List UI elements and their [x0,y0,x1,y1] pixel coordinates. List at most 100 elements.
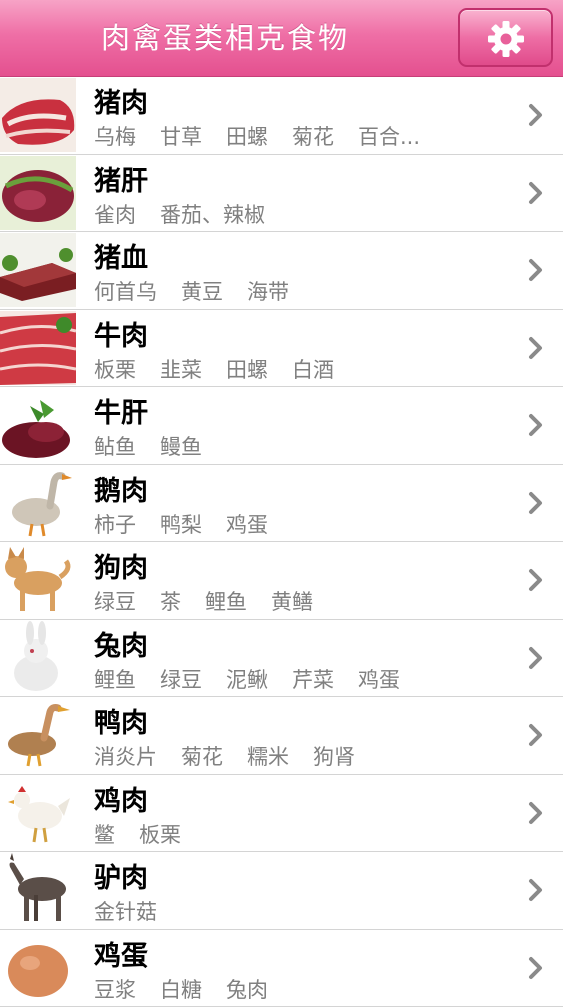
conflict-food: 番茄、辣椒 [160,203,265,227]
food-name: 猪肉 [94,81,148,120]
conflict-foods: 消炎片菊花糯米狗肾 [94,741,494,771]
conflict-food: 鲇鱼 [94,435,136,459]
food-name: 兔肉 [94,624,148,663]
rabbit-thumbnail [0,621,76,695]
chevron-right-icon [528,723,544,747]
chevron-right-icon [528,181,544,205]
conflict-food: 海带 [247,280,289,304]
list-item[interactable]: 驴肉 金针菇 [0,852,563,930]
pork-meat-image [0,78,76,152]
food-name: 狗肉 [94,546,148,585]
conflict-food: 鸭梨 [160,513,202,537]
conflict-food: 茶 [160,590,181,614]
list-item[interactable]: 兔肉 鲤鱼绿豆泥鳅芹菜鸡蛋 [0,620,563,698]
list-item[interactable]: 猪肉 乌梅甘草田螺菊花百合... [0,77,563,155]
list-item[interactable]: 牛肉 板栗韭菜田螺白酒 [0,310,563,388]
duck-thumbnail [0,698,76,772]
egg-image [0,931,76,1005]
dog-thumbnail [0,543,76,617]
food-name: 猪血 [94,236,148,275]
conflict-food: 鸡蛋 [358,668,400,692]
navigation-bar: 肉禽蛋类相克食物 [0,0,563,77]
chevron-right-icon [528,646,544,670]
conflict-food: 板栗 [139,823,181,847]
conflict-food: 乌梅 [94,125,136,149]
beef-image [0,311,76,385]
conflict-food: 鳖 [94,823,115,847]
conflict-food: 金针菇 [94,900,157,924]
dog-image [0,543,76,617]
conflict-foods: 柿子鸭梨鸡蛋 [94,509,494,539]
conflict-food: 甘草 [160,125,202,149]
chicken-thumbnail [0,776,76,850]
conflict-food: 白酒 [292,358,334,382]
conflict-foods: 豆浆白糖兔肉 [94,974,494,1004]
food-name: 猪肝 [94,159,148,198]
conflict-food: 雀肉 [94,203,136,227]
conflict-food: 鲤鱼 [205,590,247,614]
conflict-foods: 绿豆茶鲤鱼黄鳝 [94,586,494,616]
conflict-food: 白糖 [160,978,202,1002]
list-item[interactable]: 鸡肉 鳖板栗 [0,775,563,853]
chevron-right-icon [528,258,544,282]
food-name: 鸭肉 [94,701,148,740]
list-item[interactable]: 猪血 何首乌黄豆海带 [0,232,563,310]
conflict-food: 芹菜 [292,668,334,692]
food-name: 鸡蛋 [94,934,148,973]
conflict-foods: 鳖板栗 [94,819,494,849]
food-name: 牛肝 [94,391,148,430]
list-item[interactable]: 牛肝 鲇鱼鳗鱼 [0,387,563,465]
food-name: 鹅肉 [94,469,148,508]
conflict-foods: 雀肉番茄、辣椒 [94,199,494,229]
chevron-right-icon [528,336,544,360]
list-item[interactable]: 猪肝 雀肉番茄、辣椒 [0,155,563,233]
conflict-food: 兔肉 [226,978,268,1002]
conflict-food: 黄豆 [181,280,223,304]
page-title: 肉禽蛋类相克食物 [0,0,450,76]
pork-blood-thumbnail [0,233,76,307]
settings-button[interactable] [458,8,553,67]
conflict-food: 绿豆 [94,590,136,614]
beef-liver-image [0,388,76,462]
conflict-food: 韭菜 [160,358,202,382]
conflict-food: 板栗 [94,358,136,382]
food-name: 牛肉 [94,314,148,353]
gear-icon [486,19,526,59]
conflict-food: 泥鳅 [226,668,268,692]
conflict-food: 菊花 [292,125,334,149]
conflict-food: 菊花 [181,745,223,769]
conflict-foods: 鲇鱼鳗鱼 [94,431,494,461]
chevron-right-icon [528,103,544,127]
chevron-right-icon [528,878,544,902]
chevron-right-icon [528,956,544,980]
donkey-image [0,853,76,927]
list-item[interactable]: 鸭肉 消炎片菊花糯米狗肾 [0,697,563,775]
chevron-right-icon [528,801,544,825]
pork-liver-thumbnail [0,156,76,230]
conflict-food: 黄鳝 [271,590,313,614]
conflict-food: 消炎片 [94,745,157,769]
goose-image [0,466,76,540]
list-item[interactable]: 鸡蛋 豆浆白糖兔肉 [0,930,563,1007]
chevron-right-icon [528,491,544,515]
beef-liver-thumbnail [0,388,76,462]
chicken-image [0,776,76,850]
conflict-foods: 鲤鱼绿豆泥鳅芹菜鸡蛋 [94,664,494,694]
conflict-food: 狗肾 [313,745,355,769]
conflict-food: 糯米 [247,745,289,769]
conflict-foods: 板栗韭菜田螺白酒 [94,354,494,384]
conflict-food: 柿子 [94,513,136,537]
rabbit-image [0,621,76,695]
egg-thumbnail [0,931,76,1005]
conflict-food: 鳗鱼 [160,435,202,459]
conflict-foods: 何首乌黄豆海带 [94,276,494,306]
chevron-right-icon [528,413,544,437]
list-item[interactable]: 狗肉 绿豆茶鲤鱼黄鳝 [0,542,563,620]
conflict-food: 豆浆 [94,978,136,1002]
conflict-food: 百合... [358,125,420,149]
conflict-food: 何首乌 [94,280,157,304]
donkey-thumbnail [0,853,76,927]
duck-image [0,698,76,772]
conflict-food: 绿豆 [160,668,202,692]
list-item[interactable]: 鹅肉 柿子鸭梨鸡蛋 [0,465,563,543]
